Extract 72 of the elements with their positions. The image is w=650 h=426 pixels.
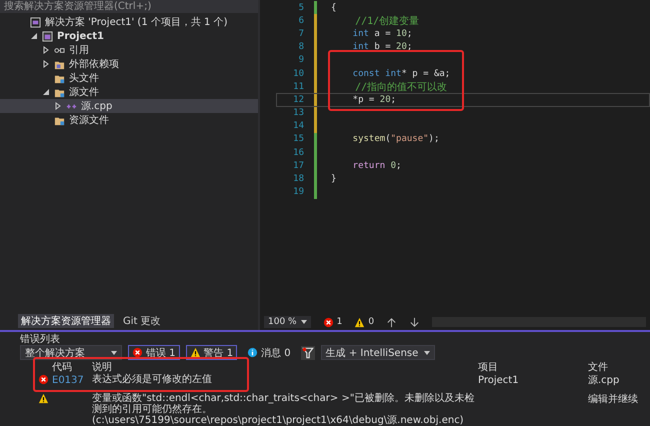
code-line: } <box>331 174 336 184</box>
panel-title: 错误列表 <box>20 332 60 346</box>
code-line: system("pause"); <box>352 134 440 144</box>
tree-item[interactable]: 头文件 <box>0 71 258 85</box>
line-number: 10 <box>292 68 304 79</box>
code-line: int a = 10; <box>352 28 412 39</box>
tree-item[interactable]: Project1 <box>0 29 258 43</box>
error-count: 1 <box>336 317 342 327</box>
line-number: 13 <box>292 108 304 118</box>
line-number: 15 <box>292 134 304 144</box>
line-number: 16 <box>292 148 304 158</box>
filter-toggle[interactable]: 消息 0 <box>243 345 295 360</box>
search-field[interactable]: 搜索解决方案资源管理器(Ctrl+;) <box>0 0 258 13</box>
collapsed-icon[interactable] <box>54 102 62 110</box>
error-icon <box>322 316 334 328</box>
warning-icon <box>354 316 366 328</box>
filter-icon[interactable] <box>300 346 315 360</box>
table-cell-text: 变量或函数"std::endl<char,std::char_traits<char> >"已被删除。未删除以及未检测到的引用可能仍然存在。(c:\users\75199\source\repos\project1\project1\x64\debug\源.new.obj.enc) <box>92 393 476 426</box>
line-number: 12 <box>292 94 304 105</box>
line-number: 5 <box>298 2 304 13</box>
table-cell-text: E0137 <box>52 374 85 388</box>
project-icon <box>42 30 53 42</box>
column-header[interactable]: 项目 <box>478 360 588 374</box>
table-cell-text: 表达式必须是可修改的左值 <box>92 374 213 387</box>
column-header[interactable]: 说明 <box>92 360 478 374</box>
tree-item[interactable]: 外部依赖项 <box>0 57 258 71</box>
column-header[interactable]: 代码 <box>52 360 92 374</box>
code-line: //指向的值不可以改 <box>354 80 448 94</box>
caret-icon <box>111 350 117 354</box>
line-number: 8 <box>298 42 304 52</box>
code-line: { <box>331 2 336 13</box>
panel-tab[interactable]: 解决方案资源管理器 <box>18 314 114 328</box>
error-icon <box>132 347 143 358</box>
down-arrow-icon[interactable] <box>409 316 420 328</box>
column-header[interactable]: 文件 <box>588 360 650 374</box>
code-line: int b = 20; <box>352 42 412 52</box>
panel-tab[interactable]: Git 更改 <box>120 314 164 328</box>
tree-item[interactable]: 解决方案 'Project1' (1 个项目，共 1 个) <box>0 15 258 29</box>
info-icon <box>247 347 258 358</box>
line-number: 9 <box>298 55 304 66</box>
line-number: 11 <box>292 82 304 92</box>
line-number: 6 <box>298 16 304 26</box>
line-number: 7 <box>298 28 304 39</box>
collapsed-icon[interactable] <box>42 46 50 54</box>
table-cell-text: Project1 <box>478 374 520 388</box>
warning-icon <box>190 347 201 358</box>
solution-icon <box>30 16 41 28</box>
caret-icon <box>424 350 430 354</box>
source-dropdown[interactable]: 生成 + IntelliSense <box>320 345 436 360</box>
tree-item[interactable]: 源.cpp <box>0 99 258 113</box>
error-icon <box>38 374 49 385</box>
tree-item[interactable]: 引用 <box>0 43 258 57</box>
line-number: 18 <box>292 174 304 184</box>
up-arrow-icon[interactable] <box>386 316 398 328</box>
expanded-icon[interactable] <box>42 88 50 96</box>
tree-item[interactable]: 资源文件 <box>0 113 258 127</box>
caret-icon <box>300 320 307 324</box>
warning-icon <box>38 393 49 404</box>
warning-count: 0 <box>368 317 374 327</box>
code-line: *p = 20; <box>352 94 396 105</box>
expanded-icon[interactable] <box>30 32 38 40</box>
code-line: const int* p = &a; <box>352 68 450 79</box>
line-number: 14 <box>292 121 304 132</box>
code-line: return 0; <box>352 160 402 171</box>
table-cell-text: 源.cpp <box>588 374 620 388</box>
code-line: //1/创建变量 <box>354 14 420 28</box>
line-number: 19 <box>292 187 304 198</box>
zoom-dropdown[interactable]: 100 % <box>264 316 311 328</box>
line-number: 17 <box>292 160 304 171</box>
tree-item[interactable]: 源文件 <box>0 85 258 99</box>
collapsed-icon[interactable] <box>42 60 50 68</box>
table-cell-text: 编辑并继续 <box>588 393 639 407</box>
